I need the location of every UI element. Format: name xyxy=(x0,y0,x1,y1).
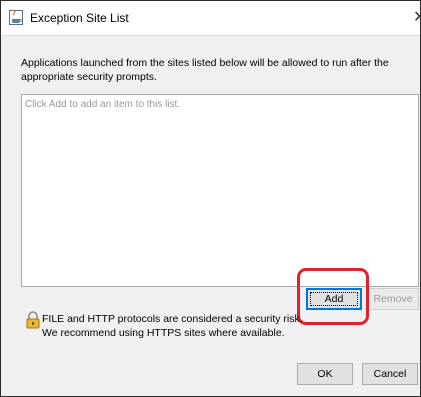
padlock-warning-icon xyxy=(26,311,40,329)
close-icon[interactable]: ✕ xyxy=(413,7,421,27)
warning-text-line1: FILE and HTTP protocols are considered a… xyxy=(42,313,303,325)
cancel-button-label: Cancel xyxy=(373,368,407,380)
exception-site-list-dialog: Exception Site List ✕ Applications launc… xyxy=(0,0,421,397)
cancel-button[interactable]: Cancel xyxy=(362,363,418,385)
site-list-placeholder: Click Add to add an item to this list. xyxy=(25,99,181,110)
add-button-highlight xyxy=(297,268,369,325)
description-text: Applications launched from the sites lis… xyxy=(21,57,389,83)
java-app-icon xyxy=(9,10,23,25)
title-bar[interactable]: Exception Site List ✕ xyxy=(1,1,421,36)
warning-text-line2: We recommend using HTTPS sites where ava… xyxy=(42,327,285,339)
remove-button-label: Remove xyxy=(373,293,413,305)
ok-button-label: OK xyxy=(317,368,333,380)
remove-button[interactable]: Remove xyxy=(367,288,419,310)
site-list[interactable]: Click Add to add an item to this list. xyxy=(21,94,419,287)
window-title: Exception Site List xyxy=(30,11,129,25)
ok-button[interactable]: OK xyxy=(297,363,353,385)
